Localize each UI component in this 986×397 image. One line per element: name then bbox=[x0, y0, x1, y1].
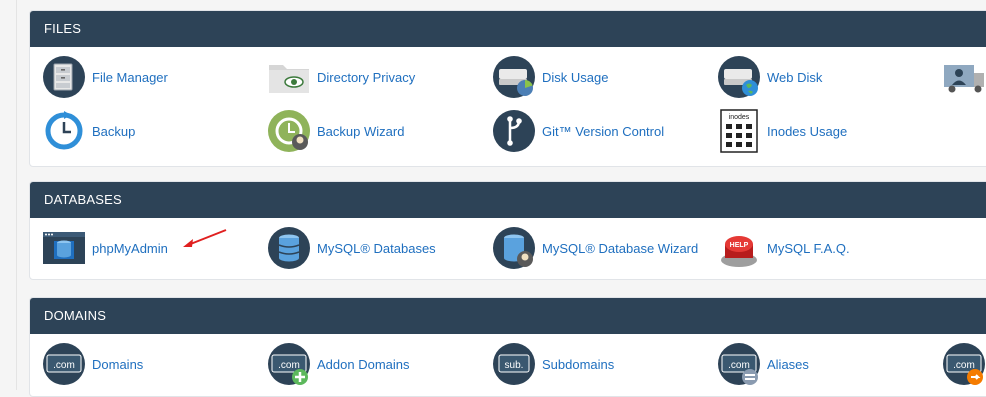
domains-panel: DOMAINS .com Domains .com Addon Domains … bbox=[29, 297, 986, 397]
addon-icon-text: .com bbox=[278, 360, 300, 371]
aliases-link[interactable]: .com Aliases bbox=[717, 340, 809, 388]
aliases-label: Aliases bbox=[767, 356, 809, 372]
disk-globe-icon bbox=[717, 55, 761, 99]
phpmyadmin-icon bbox=[42, 226, 86, 270]
disk-pie-icon bbox=[492, 55, 536, 99]
redirect-domain-icon: .com bbox=[942, 342, 986, 386]
dotcom-icon: .com bbox=[42, 342, 86, 386]
mysql-database-wizard-link[interactable]: MySQL® Database Wizard bbox=[492, 224, 698, 272]
database-wizard-icon bbox=[492, 226, 536, 270]
inodes-icon-text: inodes bbox=[729, 114, 750, 121]
git-version-control-link[interactable]: Git™ Version Control bbox=[492, 107, 664, 155]
backup-label: Backup bbox=[92, 123, 136, 139]
directory-privacy-label: Directory Privacy bbox=[317, 69, 416, 85]
file-cabinet-icon bbox=[42, 55, 86, 99]
git-branch-icon bbox=[492, 109, 536, 153]
redirect-icon-text: .com bbox=[953, 360, 975, 371]
backup-wizard-icon bbox=[267, 109, 311, 153]
dotcom-icon-text: .com bbox=[53, 360, 75, 371]
file-manager-link[interactable]: File Manager bbox=[42, 53, 168, 101]
database-icon bbox=[267, 226, 311, 270]
git-version-control-label: Git™ Version Control bbox=[542, 123, 665, 139]
ftp-accounts-link[interactable] bbox=[942, 53, 986, 101]
files-panel-header[interactable]: FILES bbox=[30, 11, 986, 47]
addon-domains-label: Addon Domains bbox=[317, 356, 410, 372]
backup-wizard-link[interactable]: Backup Wizard bbox=[267, 107, 404, 155]
help-button-icon: HELP bbox=[717, 226, 761, 270]
mysql-database-wizard-label: MySQL® Database Wizard bbox=[542, 240, 699, 256]
subdomain-icon-text: sub. bbox=[505, 360, 524, 371]
backup-link[interactable]: Backup bbox=[42, 107, 135, 155]
subdomains-label: Subdomains bbox=[542, 356, 615, 372]
phpmyadmin-link[interactable]: phpMyAdmin bbox=[42, 224, 168, 272]
alias-icon-text: .com bbox=[728, 360, 750, 371]
databases-panel: DATABASES phpMyAdmin MySQL® Databases My… bbox=[29, 181, 986, 280]
backup-clock-icon bbox=[42, 109, 86, 153]
addon-domain-icon: .com bbox=[267, 342, 311, 386]
phpmyadmin-label: phpMyAdmin bbox=[92, 240, 168, 256]
files-panel: FILES File Manager Directory Privacy Dis… bbox=[29, 10, 986, 167]
inodes-usage-link[interactable]: inodes Inodes Usage bbox=[717, 107, 847, 155]
domains-panel-header[interactable]: DOMAINS bbox=[30, 298, 986, 334]
folder-eye-icon bbox=[267, 55, 311, 99]
redirects-link[interactable]: .com bbox=[942, 340, 986, 388]
web-disk-label: Web Disk bbox=[767, 69, 823, 85]
directory-privacy-link[interactable]: Directory Privacy bbox=[267, 53, 415, 101]
mysql-faq-link[interactable]: HELP MySQL F.A.Q. bbox=[717, 224, 850, 272]
disk-usage-label: Disk Usage bbox=[542, 69, 609, 85]
backup-wizard-label: Backup Wizard bbox=[317, 123, 405, 139]
alias-domain-icon: .com bbox=[717, 342, 761, 386]
web-disk-link[interactable]: Web Disk bbox=[717, 53, 822, 101]
mysql-databases-link[interactable]: MySQL® Databases bbox=[267, 224, 436, 272]
addon-domains-link[interactable]: .com Addon Domains bbox=[267, 340, 410, 388]
inodes-usage-label: Inodes Usage bbox=[767, 123, 848, 139]
databases-panel-header[interactable]: DATABASES bbox=[30, 182, 986, 218]
file-manager-label: File Manager bbox=[92, 69, 168, 85]
ftp-truck-icon bbox=[942, 55, 986, 99]
disk-usage-link[interactable]: Disk Usage bbox=[492, 53, 608, 101]
subdomains-link[interactable]: sub. Subdomains bbox=[492, 340, 614, 388]
domains-label: Domains bbox=[92, 356, 144, 372]
mysql-faq-label: MySQL F.A.Q. bbox=[767, 240, 850, 256]
subdomain-icon: sub. bbox=[492, 342, 536, 386]
domains-link[interactable]: .com Domains bbox=[42, 340, 143, 388]
left-rail bbox=[0, 0, 17, 390]
help-icon-text: HELP bbox=[730, 242, 749, 249]
inodes-calculator-icon: inodes bbox=[717, 109, 761, 153]
mysql-databases-label: MySQL® Databases bbox=[317, 240, 436, 256]
